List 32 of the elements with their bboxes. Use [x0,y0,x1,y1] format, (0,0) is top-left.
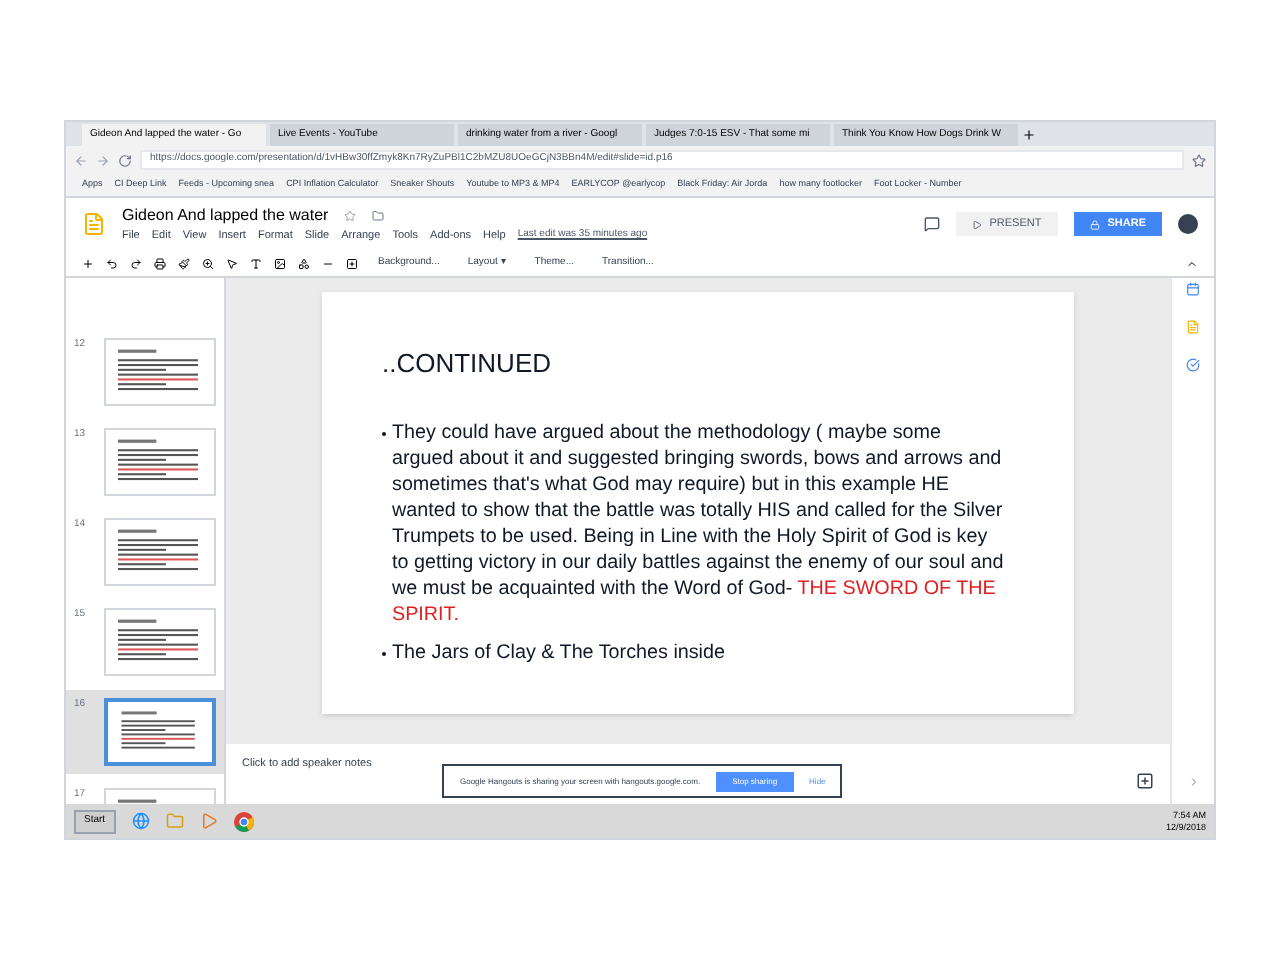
star-icon[interactable] [344,209,357,222]
zoom-icon[interactable] [202,257,214,269]
text-box-icon[interactable] [250,257,262,269]
calendar-icon[interactable] [1186,282,1200,296]
collapse-icon[interactable] [1186,257,1198,269]
play-icon [971,219,982,229]
avatar-icon[interactable] [1178,214,1198,234]
lock-icon [1089,219,1100,229]
bullet-text: The Jars of Clay & The Torches inside [392,639,725,665]
comments-icon[interactable] [923,216,940,232]
select-icon[interactable] [226,257,238,269]
reload-icon[interactable] [118,153,132,167]
line-icon[interactable] [322,257,334,269]
star-icon[interactable] [1192,153,1206,167]
add-note-icon[interactable] [1136,772,1154,790]
folder-icon[interactable] [372,209,385,222]
chrome-icon[interactable] [233,811,254,831]
document-title[interactable]: Gideon And lapped the water [122,203,329,228]
paint-format-icon[interactable] [178,257,190,269]
slide-canvas[interactable] [322,292,1074,714]
shape-icon[interactable] [298,257,310,269]
slide-thumbnail[interactable] [104,698,216,766]
print-icon[interactable] [154,257,166,269]
image-icon[interactable] [274,257,286,269]
undo-icon[interactable] [106,257,118,269]
slide-title: ..CONTINUED [382,346,553,382]
comment-add-icon[interactable] [346,257,358,269]
tasks-icon[interactable] [1186,358,1200,372]
bullet-text: They could have argued about the methodology ( maybe some argued about it and suggested bringing swords, bows and arrows and sometimes that's what God may require) but in this example HE wanted to show that the battle was totally HIS and called for the Silver Trumpets to be used. Being in Line with the Holy Spirit of God is key to getting victory in our daily battles against the enemy of our soul and we must be acquainted with the Word of God- THE SWORD OF THE SPIRIT. [392,419,1006,627]
redo-icon[interactable] [130,257,142,269]
new-tab-icon[interactable] [1022,128,1036,142]
new-slide-icon[interactable] [82,257,94,269]
